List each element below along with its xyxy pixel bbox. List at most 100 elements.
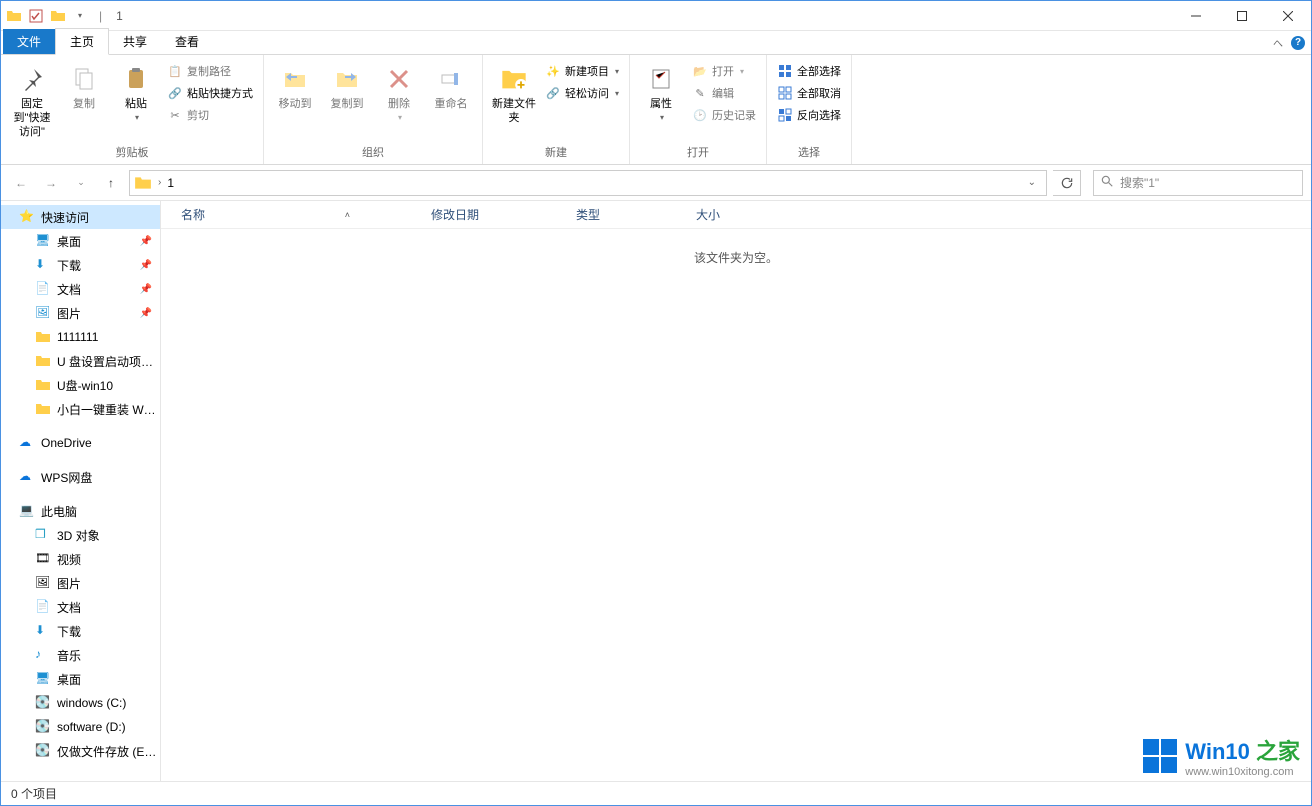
breadcrumb[interactable]: 1 <box>167 176 174 190</box>
copy-path-button[interactable]: 📋复制路径 <box>163 61 257 81</box>
folder-icon <box>49 7 67 25</box>
tree-folder[interactable]: 小白一键重装 W… <box>1 397 160 421</box>
chevron-down-icon[interactable]: ▾ <box>398 111 402 125</box>
move-to-button[interactable]: 移动到 <box>270 61 320 113</box>
windows-logo-icon <box>1143 739 1177 773</box>
back-button[interactable]: ← <box>9 171 33 195</box>
pictures-icon: 🖼 <box>35 305 51 321</box>
select-all-button[interactable]: 全部选择 <box>773 61 845 81</box>
copy-to-icon <box>331 63 363 95</box>
tree-drive-d[interactable]: 💽software (D:) <box>1 715 160 739</box>
document-icon: 📄 <box>35 599 51 615</box>
invert-selection-button[interactable]: 反向选择 <box>773 105 845 125</box>
pc-icon: 💻 <box>19 503 35 519</box>
tab-share[interactable]: 共享 <box>109 29 161 54</box>
cut-button[interactable]: ✂剪切 <box>163 105 257 125</box>
easy-access-button[interactable]: 🔗轻松访问▾ <box>541 83 623 103</box>
tree-documents[interactable]: 📄文档 <box>1 595 160 619</box>
navigation-tree[interactable]: ⭐快速访问 🖥桌面📌 ⬇下载📌 📄文档📌 🖼图片📌 1111111 U 盘设置启… <box>1 201 161 781</box>
tree-pictures[interactable]: 🖼图片📌 <box>1 301 160 325</box>
address-dropdown-icon[interactable]: ⌄ <box>1022 177 1042 188</box>
pin-quick-access-button[interactable]: 固定到"快速访问" <box>7 61 57 141</box>
tab-home[interactable]: 主页 <box>55 28 109 55</box>
ribbon-tabs: 文件 主页 共享 查看 へ ? <box>1 31 1311 55</box>
new-item-button[interactable]: ✨新建项目▾ <box>541 61 623 81</box>
tree-drive-c[interactable]: 💽windows (C:) <box>1 691 160 715</box>
label: 删除 <box>388 97 410 111</box>
maximize-button[interactable] <box>1219 1 1265 31</box>
tree-music[interactable]: ♪音乐 <box>1 643 160 667</box>
refresh-button[interactable] <box>1053 170 1081 196</box>
new-folder-button[interactable]: 新建文件夹 <box>489 61 539 127</box>
checkbox-icon[interactable] <box>27 7 45 25</box>
paste-button[interactable]: 粘贴 ▾ <box>111 61 161 127</box>
tree-desktop[interactable]: 🖥桌面 <box>1 667 160 691</box>
tree-videos[interactable]: 🎞视频 <box>1 547 160 571</box>
item-count: 0 个项目 <box>11 785 57 802</box>
column-type[interactable]: 类型 <box>566 206 686 223</box>
paste-shortcut-button[interactable]: 🔗粘贴快捷方式 <box>163 83 257 103</box>
tree-desktop[interactable]: 🖥桌面📌 <box>1 229 160 253</box>
label: 固定到"快速访问" <box>9 97 55 139</box>
video-icon: 🎞 <box>35 551 51 567</box>
address-bar[interactable]: › 1 ⌄ <box>129 170 1047 196</box>
select-none-button[interactable]: 全部取消 <box>773 83 845 103</box>
sort-indicator-icon: ˄ <box>345 210 350 220</box>
rename-button[interactable]: 重命名 <box>426 61 476 113</box>
tree-folder[interactable]: 1111111 <box>1 325 160 349</box>
tree-quick-access[interactable]: ⭐快速访问 <box>1 205 160 229</box>
rename-icon <box>435 63 467 95</box>
column-size[interactable]: 大小 <box>686 206 786 223</box>
tree-downloads[interactable]: ⬇下载 <box>1 619 160 643</box>
forward-button[interactable]: → <box>39 171 63 195</box>
drive-icon: 💽 <box>35 695 51 711</box>
chevron-down-icon: ▾ <box>740 67 744 76</box>
delete-button[interactable]: 删除 ▾ <box>374 61 424 127</box>
properties-icon <box>645 63 677 95</box>
chevron-down-icon[interactable]: ▾ <box>135 111 139 125</box>
minimize-button[interactable] <box>1173 1 1219 31</box>
chevron-right-icon[interactable]: › <box>156 177 163 188</box>
tab-view[interactable]: 查看 <box>161 29 213 54</box>
drive-icon: 💽 <box>35 719 51 735</box>
close-button[interactable] <box>1265 1 1311 31</box>
pin-icon <box>16 63 48 95</box>
tree-3d-objects[interactable]: ❒3D 对象 <box>1 523 160 547</box>
tab-file[interactable]: 文件 <box>3 29 55 54</box>
tree-pictures[interactable]: 🖼图片 <box>1 571 160 595</box>
column-name[interactable]: 名称˄ <box>161 206 421 223</box>
music-icon: ♪ <box>35 647 51 663</box>
open-button[interactable]: 📂打开▾ <box>688 61 760 81</box>
folder-icon <box>35 353 51 369</box>
copy-to-button[interactable]: 复制到 <box>322 61 372 113</box>
tree-this-pc[interactable]: 💻此电脑 <box>1 499 160 523</box>
recent-dropdown[interactable]: ⌄ <box>69 171 93 195</box>
tree-documents[interactable]: 📄文档📌 <box>1 277 160 301</box>
tree-folder[interactable]: U盘-win10 <box>1 373 160 397</box>
collapse-ribbon-icon[interactable]: へ <box>1273 35 1283 50</box>
tree-drive-e[interactable]: 💽仅做文件存放 (E… <box>1 739 160 763</box>
up-button[interactable]: ↑ <box>99 171 123 195</box>
pin-icon: 📌 <box>140 260 152 271</box>
open-icon: 📂 <box>692 63 708 79</box>
column-headers: 名称˄ 修改日期 类型 大小 <box>161 201 1311 229</box>
download-icon: ⬇ <box>35 257 51 273</box>
help-icon[interactable]: ? <box>1291 36 1305 50</box>
desktop-icon: 🖥 <box>35 671 51 687</box>
tree-folder[interactable]: U 盘设置启动项… <box>1 349 160 373</box>
cloud-icon: ☁ <box>19 469 35 485</box>
cloud-icon: ☁ <box>19 435 35 451</box>
copy-button[interactable]: 复制 <box>59 61 109 113</box>
group-label: 组织 <box>270 144 476 162</box>
tree-downloads[interactable]: ⬇下载📌 <box>1 253 160 277</box>
chevron-down-icon[interactable]: ▾ <box>660 111 664 125</box>
properties-button[interactable]: 属性 ▾ <box>636 61 686 127</box>
new-folder-icon <box>498 63 530 95</box>
edit-button[interactable]: ✎编辑 <box>688 83 760 103</box>
history-button[interactable]: 🕑历史记录 <box>688 105 760 125</box>
tree-onedrive[interactable]: ☁OneDrive <box>1 431 160 455</box>
search-box[interactable]: 搜索"1" <box>1093 170 1303 196</box>
tree-wps[interactable]: ☁WPS网盘 <box>1 465 160 489</box>
column-date[interactable]: 修改日期 <box>421 206 566 223</box>
chevron-down-icon[interactable]: ▾ <box>71 7 89 25</box>
